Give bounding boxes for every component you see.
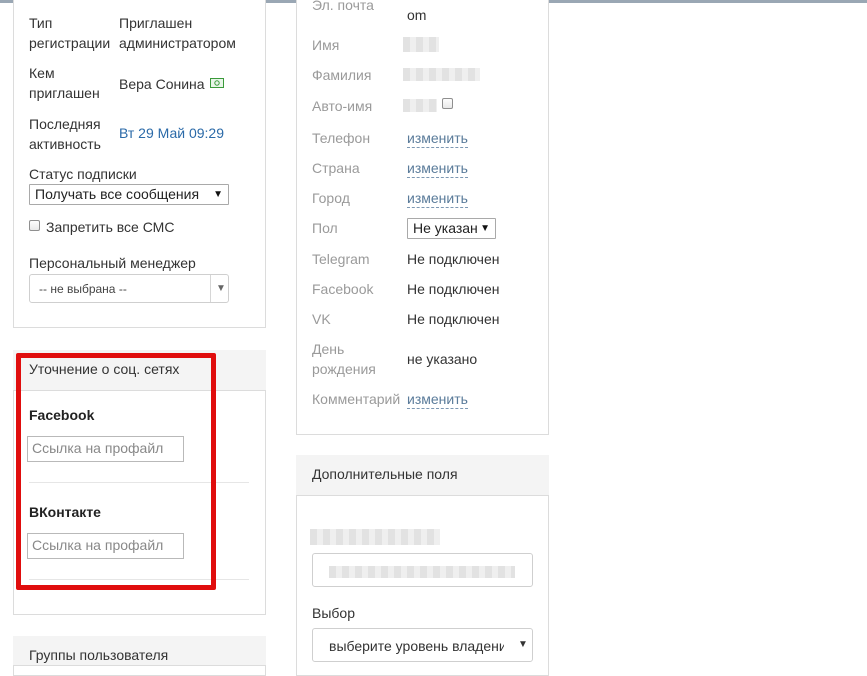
email-value: om	[407, 7, 427, 23]
manager-label: Персональный менеджер	[29, 255, 196, 271]
custom-field-input[interactable]	[312, 553, 533, 587]
choice-select[interactable]: выберите уровень владени ▼	[312, 628, 533, 662]
money-icon	[210, 73, 225, 93]
reg-type-value: Приглашен администратором	[119, 15, 236, 51]
city-label: Город	[312, 190, 350, 206]
gender-select[interactable]: Не указан ▼	[407, 218, 496, 239]
invited-by-label: Кем приглашен	[29, 65, 100, 101]
first-name-label: Имя	[312, 37, 340, 53]
chevron-down-icon: ▼	[216, 283, 226, 294]
facebook-status-label: Facebook	[312, 281, 374, 297]
subscription-label: Статус подписки	[29, 166, 137, 182]
subscription-select[interactable]: Получать все сообщения ▼	[29, 184, 229, 205]
last-name-value-redacted	[403, 68, 480, 81]
birthday-label: День рождения	[312, 341, 376, 377]
vk-status-label: VK	[312, 311, 331, 327]
phone-edit-link[interactable]: изменить	[407, 129, 468, 148]
telegram-label: Telegram	[312, 251, 370, 267]
block-sms-label: Запретить все СМС	[46, 219, 175, 235]
choice-select-value: выберите уровень владени	[329, 638, 504, 654]
country-edit-link[interactable]: изменить	[407, 159, 468, 178]
custom-field-value-redacted	[329, 566, 515, 578]
birthday-value: не указано	[407, 351, 478, 367]
manager-select-value: -- не выбрана --	[39, 282, 127, 296]
gender-select-value: Не указан	[413, 220, 478, 236]
email-label: Эл. почта	[312, 0, 374, 13]
telegram-value: Не подключен	[407, 251, 500, 267]
last-name-label: Фамилия	[312, 67, 372, 83]
auto-name-value-redacted	[403, 99, 437, 112]
groups-panel-title: Группы пользователя	[29, 647, 169, 663]
chevron-down-icon: ▼	[518, 639, 528, 650]
select-separator	[210, 275, 211, 302]
custom-field-label-redacted	[310, 529, 440, 545]
extra-fields-title: Дополнительные поля	[312, 466, 458, 482]
dropdown-arrow-icon: ▼	[213, 189, 223, 200]
city-edit-link[interactable]: изменить	[407, 189, 468, 208]
auto-name-label: Авто-имя	[312, 98, 373, 114]
reg-type-label: Тип регистрации	[29, 15, 111, 51]
vk-status-value: Не подключен	[407, 311, 500, 327]
last-activity-value: Вт 29 Май 09:29	[119, 125, 224, 141]
highlight-frame	[16, 353, 216, 590]
dropdown-arrow-icon: ▼	[480, 223, 490, 234]
auto-name-checkbox[interactable]	[442, 98, 453, 109]
country-label: Страна	[312, 160, 360, 176]
phone-label: Телефон	[312, 130, 371, 146]
invited-by-name[interactable]: Вера Сонина	[119, 76, 205, 92]
block-sms-checkbox[interactable]	[29, 220, 40, 231]
manager-select[interactable]: -- не выбрана -- ▼	[29, 274, 229, 303]
facebook-status-value: Не подключен	[407, 281, 500, 297]
invited-by-value[interactable]: Вера Сонина	[119, 73, 225, 94]
last-activity-label: Последняя активность	[29, 116, 101, 152]
subscription-select-value: Получать все сообщения	[35, 186, 200, 202]
choice-label: Выбор	[312, 605, 355, 621]
comment-edit-link[interactable]: изменить	[407, 390, 468, 409]
gender-label: Пол	[312, 220, 338, 236]
first-name-value-redacted	[403, 37, 439, 52]
comment-label: Комментарий	[312, 391, 401, 407]
